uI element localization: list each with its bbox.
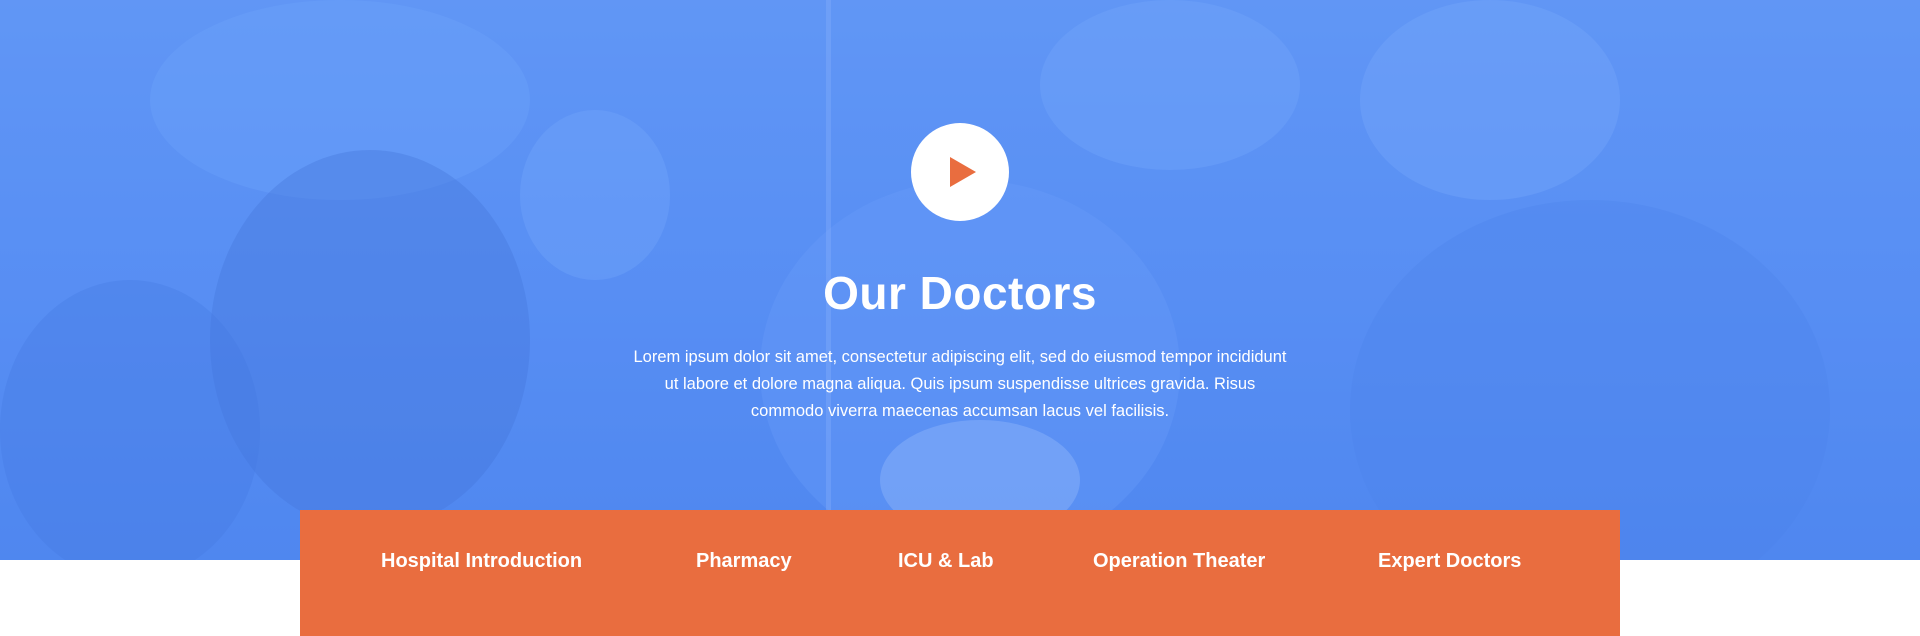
video-play-button[interactable] <box>911 123 1009 221</box>
tab-label: Hospital Introduction <box>381 550 583 572</box>
tab-expert-doctors[interactable]: Expert Doctors <box>1378 550 1521 610</box>
tab-icu-lab[interactable]: ICU & Lab <box>898 550 994 610</box>
tab-operation-theater[interactable]: Operation Theater <box>1093 550 1265 610</box>
tab-pharmacy[interactable]: Pharmacy <box>696 550 792 610</box>
tab-label: Operation Theater <box>1093 550 1266 572</box>
play-icon <box>950 157 976 187</box>
page-title: Our Doctors <box>823 267 1097 319</box>
page-description: Lorem ipsum dolor sit amet, consectetur … <box>633 348 1287 420</box>
hero-section: Our Doctors Lorem ipsum dolor sit amet, … <box>0 0 1920 560</box>
tab-label: ICU & Lab <box>898 550 994 572</box>
tab-label: Pharmacy <box>696 550 792 572</box>
tab-label: Expert Doctors <box>1378 550 1522 572</box>
section-tabs: Hospital Introduction Pharmacy ICU & Lab… <box>300 510 1620 636</box>
tab-hospital-introduction[interactable]: Hospital Introduction <box>381 550 582 610</box>
